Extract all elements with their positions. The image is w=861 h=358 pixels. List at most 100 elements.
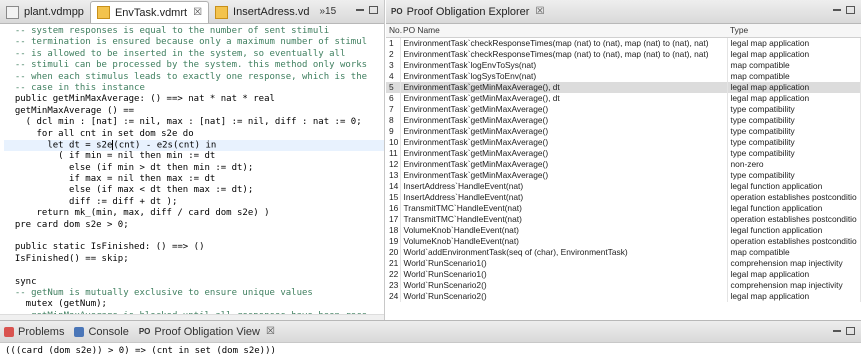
- code-line[interactable]: [4, 231, 384, 242]
- explorer-title[interactable]: Proof Obligation Explorer: [407, 6, 530, 18]
- tab-console[interactable]: Console: [74, 326, 129, 338]
- table-row[interactable]: 19 VolumeKnob`HandleEvent(nat) operation e…: [386, 235, 861, 247]
- cell-no: 14: [386, 180, 401, 192]
- code-line[interactable]: return mk_(min, max, diff / card dom s2e…: [4, 208, 384, 219]
- close-view-icon[interactable]: ☒: [535, 6, 544, 17]
- tab-label: EnvTask.vdmrt: [114, 6, 188, 19]
- code-text: let dt = s2e: [4, 140, 113, 151]
- table-row[interactable]: 18 VolumeKnob`HandleEvent(nat) legal funct…: [386, 224, 861, 236]
- table-row[interactable]: 10 EnvironmentTask`getMinMaxAverage() type…: [386, 136, 861, 148]
- code-line[interactable]: IsFinished() == skip;: [4, 254, 384, 265]
- code-line[interactable]: else (if max < dt then max := dt);: [4, 185, 384, 196]
- table-row[interactable]: 16 TransmitTMC`HandleEvent(nat) legal func…: [386, 202, 861, 214]
- code-comment: -- when each stimulus leads to exactly o…: [4, 71, 368, 82]
- document-icon: [6, 5, 19, 19]
- bottom-tab-bar: Problems Console PO Proof Obligation Vie…: [0, 321, 861, 343]
- explorer-window-controls: [833, 6, 855, 14]
- table-row[interactable]: 22 World`RunScenario1() legal map applicat…: [386, 268, 861, 280]
- code-editor[interactable]: -- system responses is equal to the numb…: [0, 24, 384, 320]
- code-text: mutex (getNum);: [4, 299, 107, 310]
- minimize-icon[interactable]: [833, 330, 841, 332]
- close-tab-icon[interactable]: ☒: [193, 7, 202, 18]
- cell-no: 2: [386, 48, 401, 60]
- code-line[interactable]: -- termination is ensured because only a…: [4, 37, 384, 48]
- code-line[interactable]: let dt = s2e(cnt) - e2s(cnt) in: [4, 139, 384, 152]
- cell-po-name: World`addEnvironmentTask(seq of (char), …: [400, 246, 728, 258]
- tab-envtask-vdmrt[interactable]: EnvTask.vdmrt ☒: [89, 1, 210, 23]
- code-line[interactable]: getMinMaxAverage () ==: [4, 106, 384, 117]
- maximize-icon[interactable]: [846, 6, 855, 14]
- code-text: IsFinished() == skip;: [4, 253, 129, 264]
- code-text: pre card dom s2e > 0;: [4, 219, 129, 230]
- table-row[interactable]: 5 EnvironmentTask`getMinMaxAverage(), dt l…: [386, 81, 861, 93]
- code-line[interactable]: -- getNum is mutually exclusive to ensur…: [4, 288, 384, 299]
- table-row[interactable]: 1 EnvironmentTask`checkResponseTimes(map …: [386, 37, 861, 49]
- code-line[interactable]: if max = nil then max := dt: [4, 174, 384, 185]
- table-row[interactable]: 11 EnvironmentTask`getMinMaxAverage() type…: [386, 147, 861, 159]
- cell-po-name: World`RunScenario2(): [400, 279, 728, 291]
- code-text: ( if min = nil then min := dt: [4, 151, 216, 162]
- code-comment: -- case in this instance: [4, 82, 145, 93]
- code-line[interactable]: for all cnt in set dom s2e do: [4, 129, 384, 140]
- table-row[interactable]: 15 InsertAddress`HandleEvent(nat) operatio…: [386, 191, 861, 203]
- table-row[interactable]: 24 World`RunScenario2() legal map applicat…: [386, 290, 861, 302]
- table-row[interactable]: 23 World`RunScenario2() comprehension map …: [386, 279, 861, 291]
- table-row[interactable]: 21 World`RunScenario1() comprehension map …: [386, 257, 861, 269]
- column-header-po-name[interactable]: PO Name: [400, 24, 727, 38]
- code-line[interactable]: mutex (getNum);: [4, 299, 384, 310]
- editor-window-controls: [356, 6, 378, 14]
- cell-no: 7: [386, 103, 401, 115]
- column-header-type[interactable]: Type: [727, 24, 861, 38]
- tab-insertadress[interactable]: InsertAdress.vd: [209, 1, 315, 23]
- code-line[interactable]: -- is allowed to be inserted in the syst…: [4, 49, 384, 60]
- code-line[interactable]: -- stimuli can be processed by the syste…: [4, 60, 384, 71]
- code-line[interactable]: public getMinMaxAverage: () ==> nat * na…: [4, 94, 384, 105]
- code-text: sync: [4, 276, 37, 287]
- table-row[interactable]: 2 EnvironmentTask`checkResponseTimes(map …: [386, 48, 861, 60]
- code-line[interactable]: public static IsFinished: () ==> (): [4, 242, 384, 253]
- code-line[interactable]: else (if min > dt then min := dt);: [4, 163, 384, 174]
- code-line[interactable]: -- when each stimulus leads to exactly o…: [4, 72, 384, 83]
- code-line[interactable]: ( if min = nil then min := dt: [4, 151, 384, 162]
- table-row[interactable]: 17 TransmitTMC`HandleEvent(nat) operation …: [386, 213, 861, 225]
- table-row[interactable]: 4 EnvironmentTask`logSysToEnv(nat) map com…: [386, 70, 861, 82]
- code-line[interactable]: diff := diff + dt );: [4, 197, 384, 208]
- code-line[interactable]: -- system responses is equal to the numb…: [4, 26, 384, 37]
- cell-no: 22: [386, 268, 401, 280]
- tab-proof-obligation-view[interactable]: PO Proof Obligation View ☒: [139, 326, 275, 338]
- close-view-icon[interactable]: ☒: [266, 326, 275, 337]
- cell-no: 6: [386, 92, 401, 104]
- table-row[interactable]: 14 InsertAddress`HandleEvent(nat) legal fu…: [386, 180, 861, 192]
- minimize-icon[interactable]: [833, 9, 841, 11]
- table-row[interactable]: 3 EnvironmentTask`logEnvToSys(nat) map com…: [386, 59, 861, 71]
- cell-type: legal function application: [727, 180, 861, 192]
- column-header-no[interactable]: No.: [386, 24, 402, 38]
- cell-type: comprehension map injectivity: [727, 279, 861, 291]
- table-row[interactable]: 7 EnvironmentTask`getMinMaxAverage() type …: [386, 103, 861, 115]
- table-row[interactable]: 6 EnvironmentTask`getMinMaxAverage(), dt l…: [386, 92, 861, 104]
- tab-problems[interactable]: Problems: [4, 326, 64, 338]
- maximize-icon[interactable]: [369, 6, 378, 14]
- cell-po-name: EnvironmentTask`getMinMaxAverage(): [400, 158, 728, 170]
- tab-plant-vdmpp[interactable]: plant.vdmpp: [0, 1, 90, 23]
- maximize-icon[interactable]: [846, 327, 855, 335]
- code-line[interactable]: ( dcl min : [nat] := nil, max : [nat] :=…: [4, 117, 384, 128]
- cell-type: legal map application: [727, 48, 861, 60]
- code-line[interactable]: pre card dom s2e > 0;: [4, 220, 384, 231]
- minimize-icon[interactable]: [356, 9, 364, 11]
- table-row[interactable]: 8 EnvironmentTask`getMinMaxAverage() type …: [386, 114, 861, 126]
- cell-type: operation establishes postconditio: [727, 213, 861, 225]
- code-line[interactable]: -- case in this instance: [4, 83, 384, 94]
- table-row[interactable]: 12 EnvironmentTask`getMinMaxAverage() non-…: [386, 158, 861, 170]
- cell-po-name: EnvironmentTask`getMinMaxAverage(): [400, 136, 728, 148]
- table-row[interactable]: 9 EnvironmentTask`getMinMaxAverage() type …: [386, 125, 861, 137]
- code-line[interactable]: [4, 265, 384, 276]
- cell-type: type compatibility: [727, 114, 861, 126]
- tab-overflow-button[interactable]: »15: [315, 6, 340, 17]
- code-line[interactable]: sync: [4, 277, 384, 288]
- code-text: diff := diff + dt );: [4, 196, 178, 207]
- cell-type: map compatible: [727, 59, 861, 71]
- table-row[interactable]: 13 EnvironmentTask`getMinMaxAverage() type…: [386, 169, 861, 181]
- table-row[interactable]: 20 World`addEnvironmentTask(seq of (char)…: [386, 246, 861, 258]
- code-comment: -- termination is ensured because only a…: [4, 37, 368, 48]
